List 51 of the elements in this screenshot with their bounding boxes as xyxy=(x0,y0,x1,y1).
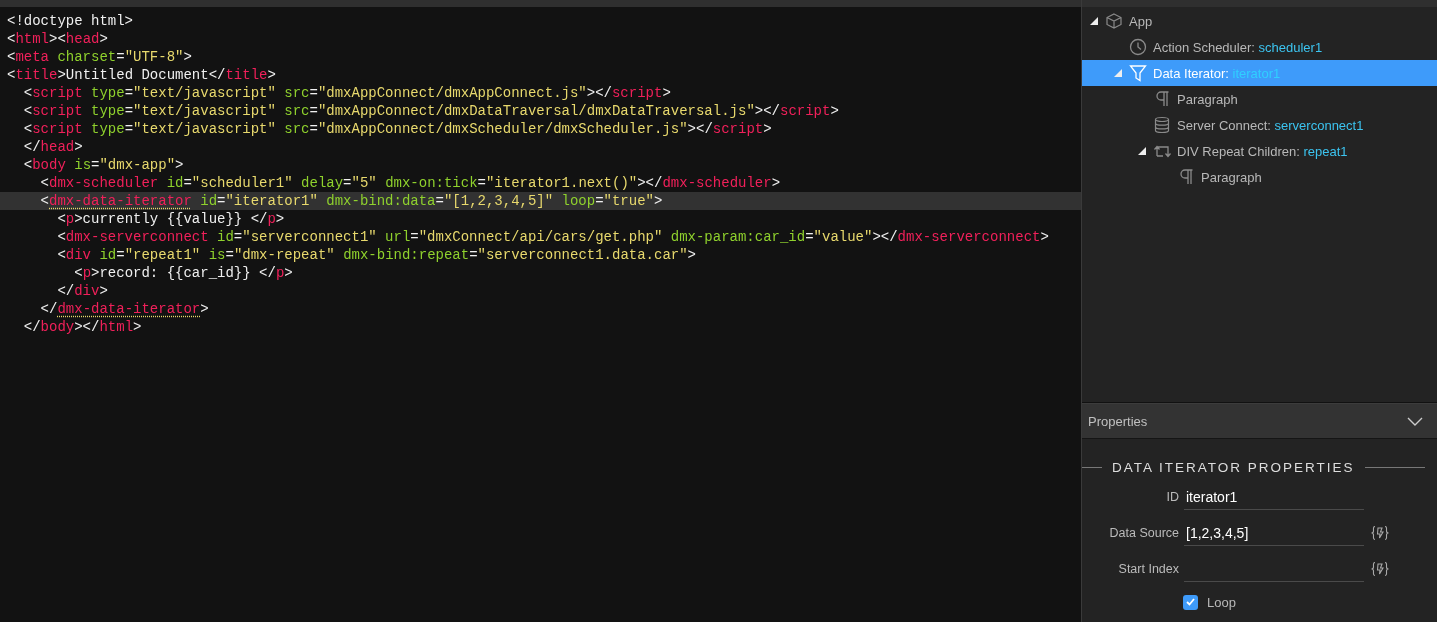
checkbox-label[interactable]: Loop xyxy=(1207,594,1236,610)
pilcrow-icon xyxy=(1177,168,1195,186)
code-line: </div> xyxy=(56,282,109,300)
funnel-icon xyxy=(1129,64,1147,82)
pilcrow-icon xyxy=(1153,90,1171,108)
properties-header[interactable]: Properties xyxy=(1082,403,1437,439)
code-line: <script type="text/javascript" src="dmxAppConnect/dmxAppConnect.js"></script> xyxy=(22,84,672,102)
panel-title: Properties xyxy=(1088,413,1148,429)
field-label: Data Source xyxy=(1108,526,1179,540)
code-line: <script type="text/javascript" src="dmxAppConnect/dmxScheduler/dmxScheduler.js"></script> xyxy=(22,120,773,138)
dynamic-data-icon[interactable] xyxy=(1370,560,1390,578)
tree-item[interactable]: Paragraph xyxy=(1082,164,1437,190)
tree-item-label: Action Scheduler: scheduler1 xyxy=(1153,39,1323,55)
database-icon xyxy=(1153,116,1171,134)
code-line: <p>record: {{car_id}} </p> xyxy=(73,264,294,282)
code-line: <!doctype html> xyxy=(6,12,135,30)
cube-icon xyxy=(1105,12,1123,30)
code-line: <meta charset="UTF-8"> xyxy=(6,48,193,66)
dynamic-data-icon[interactable] xyxy=(1370,524,1390,542)
code-line: <body is="dmx-app"> xyxy=(22,156,185,174)
tree-item[interactable]: DIV Repeat Children: repeat1 xyxy=(1082,138,1437,164)
code-line: </body></html> xyxy=(22,318,143,336)
tree-item[interactable]: App xyxy=(1082,8,1437,34)
tree-item-label: Paragraph xyxy=(1177,91,1238,107)
code-line: <div id="repeat1" is="dmx-repeat" dmx-bind:repeat="serverconnect1.data.car"> xyxy=(56,246,697,264)
tree-item[interactable]: Server Connect: serverconnect1 xyxy=(1082,112,1437,138)
clock-icon xyxy=(1129,38,1147,56)
expand-triangle-icon[interactable] xyxy=(1137,147,1146,155)
tree-item-label: Paragraph xyxy=(1201,169,1262,185)
code-line: <dmx-scheduler id="scheduler1" delay="5" dmx-on:tick="iterator1.next()"></dmx-scheduler> xyxy=(39,174,782,192)
tree-item-label: Server Connect: serverconnect1 xyxy=(1177,117,1364,133)
tree-item[interactable]: Action Scheduler: scheduler1 xyxy=(1082,34,1437,60)
tree-item-label: App xyxy=(1129,13,1153,29)
text-field[interactable]: iterator1 xyxy=(1184,484,1364,510)
expand-triangle-icon[interactable] xyxy=(1089,17,1098,25)
code-line: <html><head> xyxy=(6,30,109,48)
code-line: <dmx-serverconnect id="serverconnect1" url="dmxConnect/api/cars/get.php" dmx-param:car_id="value"></dmx-serverconnect> xyxy=(56,228,1050,246)
tree-item-label: DIV Repeat Children: repeat1 xyxy=(1177,143,1348,159)
checkbox[interactable] xyxy=(1183,594,1198,610)
field-label: Start Index xyxy=(1117,562,1179,576)
text-field[interactable]: [1,2,3,4,5] xyxy=(1184,520,1364,546)
code-line: <title>Untitled Document</title> xyxy=(6,66,277,84)
chevron-icon[interactable] xyxy=(1407,416,1423,426)
section-title: DATA ITERATOR PROPERTIES xyxy=(1112,459,1355,475)
code-line: </head> xyxy=(22,138,84,156)
field-label: ID xyxy=(1165,490,1179,504)
code-line: <p>currently {{value}} </p> xyxy=(56,210,286,228)
code-line: </dmx-data-iterator> xyxy=(39,300,210,318)
tree-item[interactable]: Paragraph xyxy=(1082,86,1437,112)
check-icon xyxy=(1186,598,1195,606)
code-line: <script type="text/javascript" src="dmxAppConnect/dmxDataTraversal/dmxDataTraversal.js"></script> xyxy=(22,102,840,120)
